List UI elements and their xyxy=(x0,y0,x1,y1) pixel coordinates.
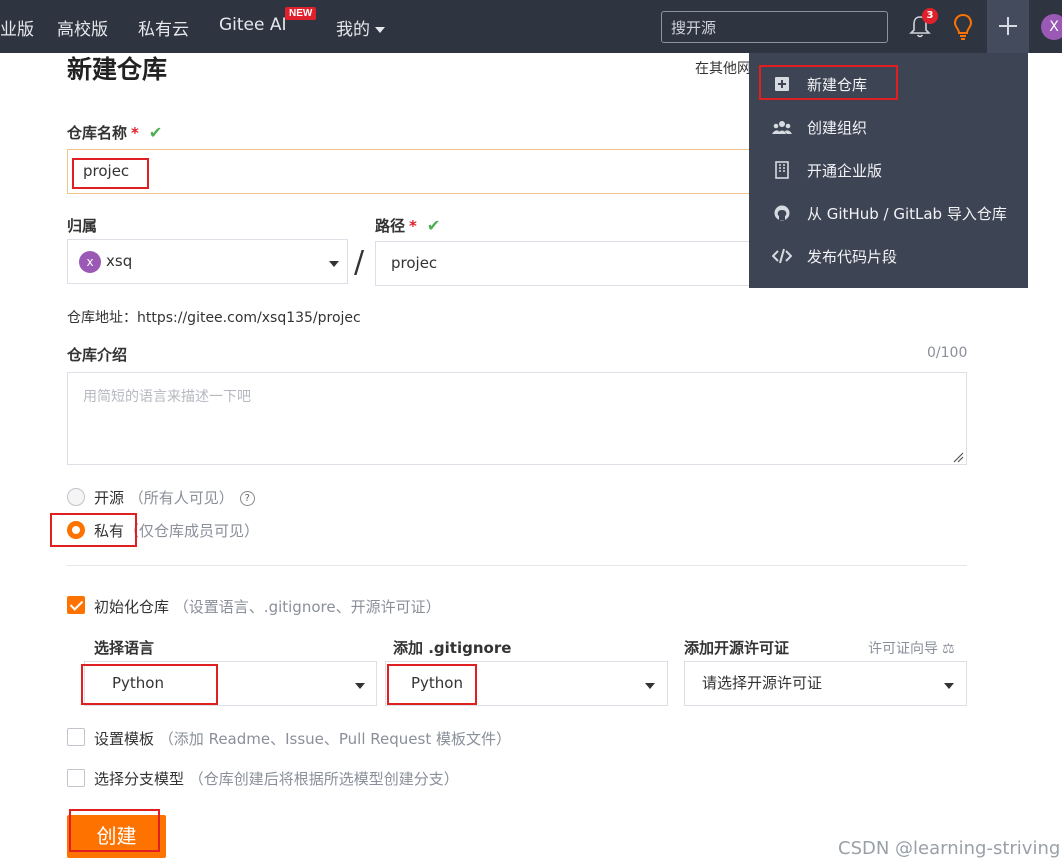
license-select[interactable]: 请选择开源许可证 xyxy=(684,661,967,706)
nav-enterprise[interactable]: 业版 xyxy=(0,15,34,40)
nav-private-cloud[interactable]: 私有云 xyxy=(138,15,189,40)
init-repo-option[interactable]: 初始化仓库 （设置语言、.gitignore、开源许可证） xyxy=(94,596,441,617)
repo-address-label: 仓库地址： xyxy=(67,310,137,326)
private-option[interactable]: 私有（仅仓库成员可见） xyxy=(94,520,259,541)
watermark: CSDN @learning-striving xyxy=(838,838,1061,859)
gitignore-select[interactable]: Python xyxy=(385,661,668,706)
menu-item-label: 从 GitHub / GitLab 导入仓库 xyxy=(807,205,1007,223)
create-menu-button[interactable] xyxy=(987,0,1029,53)
menu-item-new-repo[interactable]: 新建仓库 xyxy=(749,62,1028,105)
nav-mine[interactable]: 我的 xyxy=(336,15,385,40)
chevron-down-icon xyxy=(329,261,339,267)
owner-label: 归属 xyxy=(67,217,98,235)
radio-private[interactable] xyxy=(67,521,85,539)
new-badge: NEW xyxy=(285,7,317,20)
help-icon[interactable]: ? xyxy=(239,491,255,506)
chevron-down-icon xyxy=(645,683,655,689)
init-repo-checkbox[interactable] xyxy=(67,596,85,614)
github-icon xyxy=(774,205,790,221)
avatar[interactable]: X xyxy=(1041,14,1062,40)
path-label: 路径 * ✔ xyxy=(375,215,440,236)
owner-select[interactable]: x xsq xyxy=(67,239,348,284)
building-icon xyxy=(775,161,789,179)
repo-name-label: 仓库名称 * ✔ xyxy=(67,122,162,143)
radio-public[interactable] xyxy=(67,488,85,506)
branch-model-option[interactable]: 选择分支模型 （仓库创建后将根据所选模型创建分支） xyxy=(94,768,459,789)
required-mark: * xyxy=(131,124,139,142)
public-hint: （所有人可见） xyxy=(128,489,234,507)
search-input[interactable]: 搜开源 xyxy=(661,11,888,43)
template-label: 设置模板 xyxy=(94,730,155,748)
language-select[interactable]: Python xyxy=(84,661,377,706)
create-dropdown-menu: 新建仓库 创建组织 开通企业版 从 GitHub / GitLab 导入仓库 发… xyxy=(749,53,1028,288)
nav-university[interactable]: 高校版 xyxy=(57,15,108,40)
path-label-text: 路径 xyxy=(375,217,406,235)
nav-mine-label: 我的 xyxy=(336,20,370,40)
plus-icon xyxy=(999,17,1017,35)
repo-name-label-text: 仓库名称 xyxy=(67,124,128,142)
lightbulb-icon[interactable] xyxy=(952,13,974,41)
page-title: 新建仓库 xyxy=(67,55,168,84)
repo-name-input[interactable]: projec xyxy=(67,149,767,194)
branch-model-label: 选择分支模型 xyxy=(94,770,185,788)
required-mark: * xyxy=(409,217,417,235)
branch-model-checkbox[interactable] xyxy=(67,769,85,787)
public-label: 开源 xyxy=(94,489,125,507)
template-hint: （添加 Readme、Issue、Pull Request 模板文件） xyxy=(158,730,511,748)
intro-char-count: 0/100 xyxy=(927,345,968,361)
license-guide-text: 许可证向导 xyxy=(868,641,938,657)
menu-item-import-repo[interactable]: 从 GitHub / GitLab 导入仓库 xyxy=(749,191,1028,234)
language-label: 选择语言 xyxy=(94,639,155,657)
repo-address: 仓库地址：https://gitee.com/xsq135/projec xyxy=(67,307,361,327)
template-option[interactable]: 设置模板 （添加 Readme、Issue、Pull Request 模板文件） xyxy=(94,728,511,749)
license-placeholder: 请选择开源许可证 xyxy=(702,674,823,692)
chevron-down-icon xyxy=(944,683,954,689)
private-label: 私有 xyxy=(94,522,125,540)
chevron-down-icon xyxy=(355,683,365,689)
private-hint: （仅仓库成员可见） xyxy=(124,522,260,540)
intro-label: 仓库介绍 xyxy=(67,346,128,364)
owner-value: xsq xyxy=(106,252,133,270)
menu-item-publish-snippet[interactable]: 发布代码片段 xyxy=(749,234,1028,277)
branch-model-hint: （仓库创建后将根据所选模型创建分支） xyxy=(188,770,459,788)
notification-count-badge: 3 xyxy=(922,8,938,24)
menu-item-label: 创建组织 xyxy=(807,119,868,137)
gitignore-value: Python xyxy=(411,674,463,692)
menu-item-label: 新建仓库 xyxy=(807,76,868,94)
menu-item-enterprise[interactable]: 开通企业版 xyxy=(749,148,1028,191)
check-icon: ✔ xyxy=(148,123,163,142)
section-divider xyxy=(67,565,967,566)
license-guide-link[interactable]: 许可证向导 ⚖ xyxy=(868,638,955,658)
check-icon: ✔ xyxy=(426,216,441,235)
owner-avatar: x xyxy=(79,251,101,273)
init-repo-label: 初始化仓库 xyxy=(94,598,170,616)
code-icon xyxy=(772,248,792,264)
top-navbar: 业版 高校版 私有云 Gitee AI NEW 我的 搜开源 3 X xyxy=(0,0,1062,53)
import-from-other-link[interactable]: 在其他网 xyxy=(695,58,749,78)
scale-icon: ⚖ xyxy=(942,641,955,657)
chevron-down-icon xyxy=(375,27,385,33)
path-input[interactable]: projec xyxy=(375,241,767,286)
init-repo-hint: （设置语言、.gitignore、开源许可证） xyxy=(173,598,441,616)
resize-handle-icon[interactable] xyxy=(953,452,964,463)
intro-textarea[interactable]: 用简短的语言来描述一下吧 xyxy=(67,372,967,465)
plus-square-icon xyxy=(775,77,789,91)
path-separator: / xyxy=(354,245,365,280)
menu-item-create-org[interactable]: 创建组织 xyxy=(749,105,1028,148)
create-button[interactable]: 创建 xyxy=(67,815,166,858)
license-label: 添加开源许可证 xyxy=(684,639,790,657)
menu-item-label: 开通企业版 xyxy=(807,162,883,180)
nav-gitee-ai[interactable]: Gitee AI xyxy=(219,15,287,35)
repo-address-value: https://gitee.com/xsq135/projec xyxy=(137,310,361,326)
public-option[interactable]: 开源 （所有人可见）? xyxy=(94,487,255,508)
gitignore-label: 添加 .gitignore xyxy=(393,639,512,657)
language-value: Python xyxy=(112,674,164,692)
group-icon xyxy=(772,121,792,134)
template-checkbox[interactable] xyxy=(67,728,85,746)
menu-item-label: 发布代码片段 xyxy=(807,248,898,266)
